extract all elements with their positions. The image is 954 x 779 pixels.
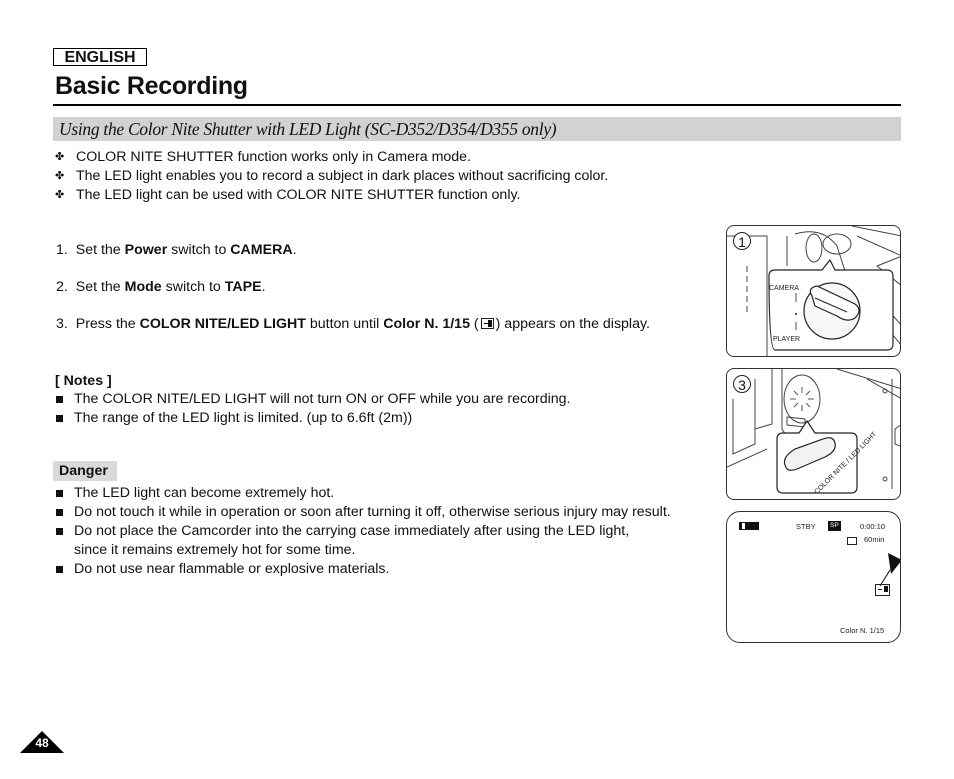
note-item: The range of the LED light is limited. (… (53, 409, 723, 428)
figure-number: 1 (733, 232, 751, 250)
note-item: The COLOR NITE/LED LIGHT will not turn O… (53, 390, 723, 409)
cross-bullet-icon: ✤ (55, 170, 65, 182)
danger-item: Do not place the Camcorder into the carr… (53, 522, 723, 541)
notes-heading: [ Notes ] (55, 373, 112, 389)
danger-item-continuation: since it remains extremely hot for some … (74, 542, 356, 558)
color-nite-icon (480, 318, 494, 329)
square-bullet-icon (53, 503, 74, 522)
timecode: 0:00:10 (860, 522, 886, 531)
camera-label: CAMERA (769, 285, 799, 292)
danger-label: Danger (53, 461, 117, 481)
status-text: STBY (796, 522, 816, 531)
title-divider (53, 104, 901, 106)
page-number: 48 (35, 736, 49, 750)
page-title: Basic Recording (55, 72, 248, 100)
notes-list: The COLOR NITE/LED LIGHT will not turn O… (53, 390, 723, 428)
camcorder-power-switch-illustration: CAMERA PLAYER (727, 226, 900, 356)
steps-list: 1. Set the Power switch to CAMERA. 2. Se… (56, 241, 721, 352)
player-label: PLAYER (773, 336, 800, 343)
tape-icon (847, 537, 857, 545)
remaining-time: 60min (864, 535, 885, 544)
step-2: 2. Set the Mode switch to TAPE. (56, 279, 266, 295)
danger-list: The LED light can become extremely hot. … (53, 484, 723, 579)
square-bullet-icon (53, 522, 74, 541)
square-bullet-icon (53, 484, 74, 503)
danger-item: Do not use near flammable or explosive m… (53, 560, 723, 579)
intro-item: ✤ The LED light can be used with COLOR N… (55, 187, 521, 203)
figure-power-switch: 1 CAMERA PLAYER (726, 225, 901, 357)
square-bullet-icon (53, 409, 74, 428)
square-bullet-icon (53, 560, 74, 579)
color-nite-readout: Color N. 1/15 (840, 626, 885, 635)
square-bullet-icon (53, 390, 74, 409)
intro-item: ✤ The LED light enables you to record a … (55, 168, 609, 184)
cross-bullet-icon: ✤ (55, 151, 65, 163)
step-3: 3. Press the COLOR NITE/LED LIGHT button… (56, 316, 650, 332)
cross-bullet-icon: ✤ (55, 189, 65, 201)
figure-number: 3 (733, 375, 751, 393)
camcorder-led-button-illustration: COLOR NITE / LED LIGHT (727, 369, 900, 496)
language-badge: ENGLISH (53, 48, 147, 66)
color-nite-icon (875, 584, 890, 596)
record-mode-badge: SP (828, 521, 841, 531)
section-title: Using the Color Nite Shutter with LED Li… (59, 119, 557, 139)
danger-item: The LED light can become extremely hot. (53, 484, 723, 503)
intro-item: ✤ COLOR NITE SHUTTER function works only… (55, 149, 471, 165)
step-1: 1. Set the Power switch to CAMERA. (56, 242, 297, 258)
figure-color-nite-button: 3 COLOR NITE / LED LIGHT (726, 368, 901, 500)
battery-icon (739, 522, 759, 530)
intro-list: ✤ COLOR NITE SHUTTER function works only… (53, 148, 713, 205)
display-screen: STBY SP 0:00:10 60min Color N. 1/15 (726, 511, 901, 643)
danger-item: Do not touch it while in operation or so… (53, 503, 723, 522)
